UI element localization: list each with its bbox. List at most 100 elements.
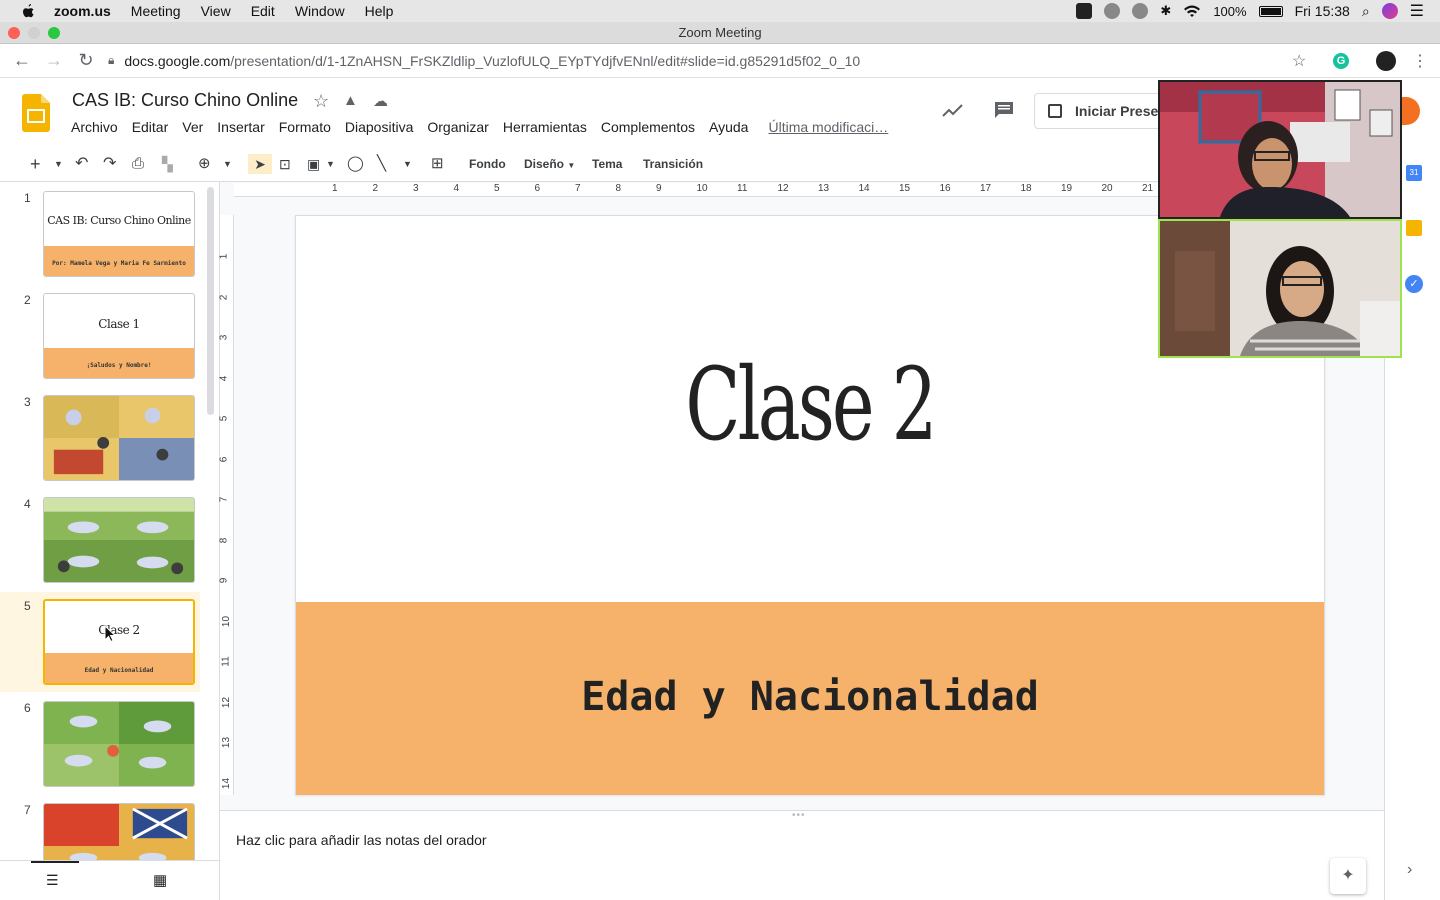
video-participant-1[interactable] bbox=[1158, 80, 1402, 219]
speaker-notes[interactable]: ••• Haz clic para añadir las notas del o… bbox=[220, 810, 1384, 900]
slide-thumbnail-5[interactable]: Clase 2 Edad y Nacionalidad bbox=[43, 599, 195, 685]
profile-avatar[interactable] bbox=[1376, 50, 1396, 71]
bluetooth-icon[interactable]: ✱ bbox=[1160, 3, 1171, 19]
select-tool-icon[interactable]: ➤ bbox=[248, 154, 272, 174]
cloud-status-icon[interactable]: ☁ bbox=[373, 92, 388, 110]
menu-complementos[interactable]: Complementos bbox=[601, 119, 695, 135]
maximize-window-button[interactable] bbox=[48, 27, 60, 39]
slide-thumbnail-3[interactable] bbox=[43, 395, 195, 481]
keep-icon[interactable] bbox=[1406, 220, 1422, 236]
spotlight-icon[interactable]: ⌕ bbox=[1362, 3, 1370, 20]
slide-subtitle[interactable]: Edad y Nacionalidad bbox=[296, 674, 1324, 720]
menu-edit[interactable]: Edit bbox=[251, 3, 275, 19]
back-icon[interactable]: ← bbox=[6, 50, 38, 71]
menu-window[interactable]: Window bbox=[295, 3, 345, 19]
comments-icon[interactable] bbox=[993, 100, 1015, 120]
ruler-tick-label: 11 bbox=[737, 183, 748, 194]
notes-resize-handle[interactable]: ••• bbox=[792, 810, 806, 821]
reload-icon[interactable]: ↻ bbox=[70, 50, 102, 71]
clock[interactable]: Fri 15:38 bbox=[1295, 3, 1350, 19]
forward-icon[interactable]: → bbox=[38, 50, 70, 71]
document-title[interactable]: CAS IB: Curso Chino Online bbox=[72, 90, 298, 111]
video-participant-2[interactable] bbox=[1158, 219, 1402, 358]
slide-thumbnail-7[interactable] bbox=[43, 803, 195, 860]
minimize-window-button[interactable] bbox=[28, 27, 40, 39]
grammarly-icon[interactable]: G bbox=[1333, 52, 1349, 69]
move-to-drive-icon[interactable]: ▲ bbox=[343, 92, 358, 109]
menu-editar[interactable]: Editar bbox=[132, 119, 169, 135]
zoom-icon[interactable]: ⊕ bbox=[198, 154, 211, 174]
slide-title[interactable]: Clase 2 bbox=[440, 346, 1180, 463]
address-bar[interactable]: docs.google.com/presentation/d/1-1ZnAHSN… bbox=[124, 53, 860, 69]
menu-ver[interactable]: Ver bbox=[182, 119, 203, 135]
slide-thumbnail-6[interactable] bbox=[43, 701, 195, 787]
redo-icon[interactable]: ↷ bbox=[103, 154, 116, 174]
zoom-dropdown-icon[interactable]: ▼ bbox=[223, 154, 232, 174]
print-icon[interactable]: ⎙ bbox=[132, 154, 144, 174]
slide-thumbnail-4[interactable] bbox=[43, 497, 195, 583]
text-box-icon[interactable]: ⊡ bbox=[279, 154, 291, 174]
line-icon[interactable]: ╲ bbox=[377, 154, 386, 174]
slide-thumbnail-2[interactable]: Clase 1 ¡Saludos y Nombre! bbox=[43, 293, 195, 379]
activity-dashboard-icon[interactable] bbox=[942, 102, 964, 118]
background-button[interactable]: Fondo bbox=[469, 154, 506, 174]
bookmark-star-icon[interactable]: ☆ bbox=[1292, 51, 1306, 71]
image-dropdown-icon[interactable]: ▼ bbox=[326, 154, 335, 174]
ruler-tick-label: 3 bbox=[413, 183, 419, 194]
menu-ayuda[interactable]: Ayuda bbox=[709, 119, 748, 135]
calendar-icon[interactable]: 31 bbox=[1406, 165, 1422, 181]
thumbnail-subtitle: ¡Saludos y Nombre! bbox=[86, 362, 152, 369]
last-edit-link[interactable]: Última modificaci… bbox=[768, 119, 888, 135]
close-window-button[interactable] bbox=[8, 27, 20, 39]
present-button[interactable]: Iniciar Prese bbox=[1034, 93, 1174, 129]
apple-icon[interactable] bbox=[20, 3, 36, 19]
new-slide-button[interactable]: + bbox=[30, 154, 41, 174]
menu-herramientas[interactable]: Herramientas bbox=[503, 119, 587, 135]
notes-placeholder[interactable]: Haz clic para añadir las notas del orado… bbox=[236, 832, 487, 848]
menu-meeting[interactable]: Meeting bbox=[131, 3, 181, 19]
wifi-icon[interactable] bbox=[1183, 4, 1201, 18]
transition-button[interactable]: Transición bbox=[643, 154, 703, 174]
browser-menu-icon[interactable]: ⋮ bbox=[1412, 51, 1428, 71]
new-slide-dropdown-icon[interactable]: ▼ bbox=[54, 154, 63, 174]
slides-logo-icon[interactable] bbox=[22, 94, 50, 132]
browser-toolbar: ← → ↻ 🔒︎ docs.google.com/presentation/d/… bbox=[0, 44, 1440, 78]
siri-icon[interactable] bbox=[1381, 3, 1398, 19]
menu-help[interactable]: Help bbox=[365, 3, 394, 19]
undo-icon[interactable]: ↶ bbox=[75, 154, 88, 174]
zoom-icon[interactable] bbox=[1076, 3, 1093, 19]
slide-thumbnail-1[interactable]: CAS IB: Curso Chino Online Por: Mamela V… bbox=[43, 191, 195, 277]
menu-organizar[interactable]: Organizar bbox=[427, 119, 488, 135]
menu-formato[interactable]: Formato bbox=[279, 119, 331, 135]
status-icon[interactable] bbox=[1132, 3, 1149, 19]
control-center-icon[interactable]: ☰ bbox=[1410, 1, 1424, 21]
shape-icon[interactable]: ◯ bbox=[347, 154, 364, 174]
image-icon[interactable]: ▣ bbox=[307, 154, 320, 174]
menu-archivo[interactable]: Archivo bbox=[71, 119, 118, 135]
line-dropdown-icon[interactable]: ▼ bbox=[403, 154, 412, 174]
paint-format-icon[interactable]: ▚ bbox=[162, 154, 173, 174]
slide-filmstrip[interactable]: 1 CAS IB: Curso Chino Online Por: Mamela… bbox=[0, 182, 220, 860]
filmstrip-scrollbar[interactable] bbox=[207, 187, 214, 415]
thumbnail-title: Clase 1 bbox=[98, 317, 140, 331]
menu-view[interactable]: View bbox=[201, 3, 231, 19]
ruler-tick-label: 1 bbox=[218, 253, 230, 260]
theme-button[interactable]: Tema bbox=[592, 154, 622, 174]
grid-view-icon[interactable]: ▦ bbox=[153, 871, 167, 889]
insert-comment-icon[interactable]: ⊞ bbox=[431, 154, 444, 174]
star-icon[interactable]: ☆ bbox=[313, 91, 329, 112]
list-view-icon[interactable]: ☰ bbox=[46, 872, 59, 889]
battery-icon[interactable] bbox=[1258, 5, 1283, 17]
explore-button[interactable]: ✦ bbox=[1330, 858, 1366, 894]
expand-panel-icon[interactable]: › bbox=[1407, 861, 1412, 879]
thumbnail-subtitle: Edad y Nacionalidad bbox=[84, 667, 154, 674]
ruler-tick-label: 19 bbox=[1061, 183, 1073, 194]
layout-button[interactable]: Diseño ▼ bbox=[524, 154, 575, 174]
menu-diapositiva[interactable]: Diapositiva bbox=[345, 119, 413, 135]
url-path: /presentation/d/1-1ZnAHSN_FrSKZldlip_Vuz… bbox=[230, 52, 861, 69]
tasks-icon[interactable]: ✓ bbox=[1405, 275, 1423, 293]
comic-illustration bbox=[44, 498, 194, 582]
status-icon[interactable] bbox=[1104, 3, 1121, 19]
menu-insertar[interactable]: Insertar bbox=[217, 119, 264, 135]
app-menu[interactable]: zoom.us bbox=[54, 3, 111, 19]
